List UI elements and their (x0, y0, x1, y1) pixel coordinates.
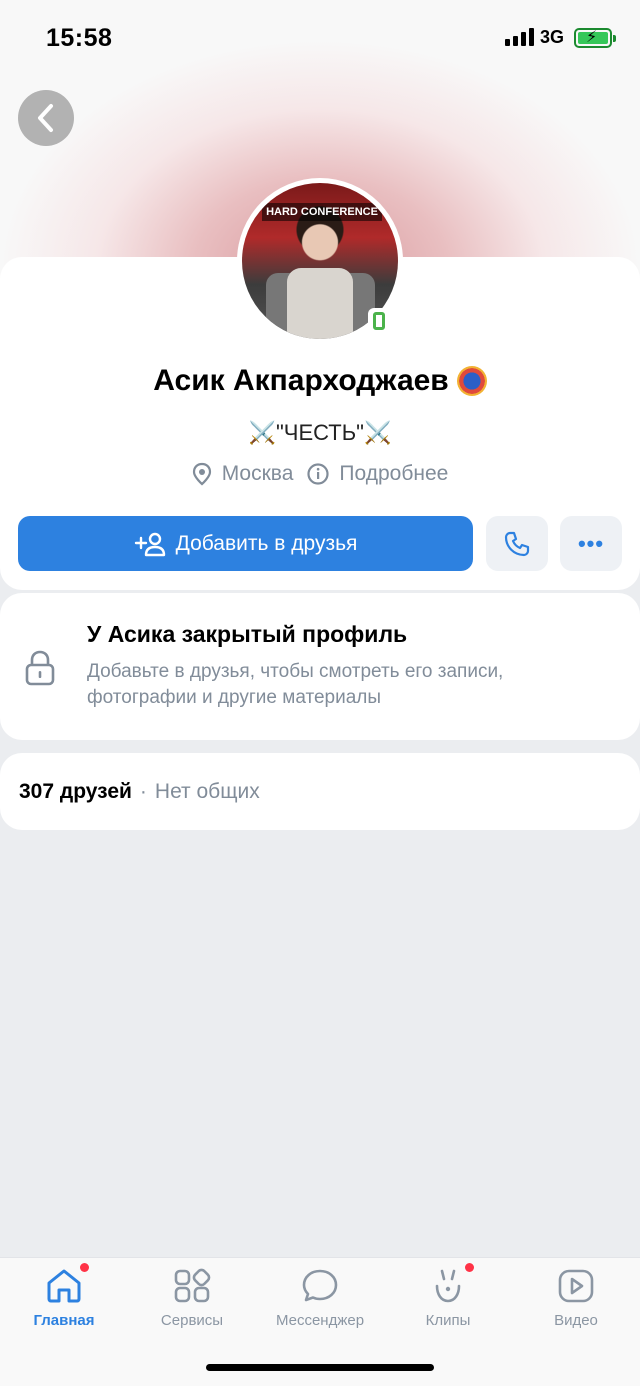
add-friend-label: Добавить в друзья (175, 531, 358, 555)
clips-icon (435, 1269, 461, 1303)
home-notification-badge (80, 1263, 89, 1272)
tab-home[interactable]: Главная (0, 1268, 128, 1329)
add-friend-button[interactable]: Добавить в друзья (18, 516, 473, 571)
messenger-icon (302, 1269, 338, 1302)
city-label: Москва (221, 462, 294, 485)
add-user-icon (134, 532, 165, 556)
location-pin-icon (192, 462, 211, 486)
online-mobile-icon (368, 308, 390, 334)
tab-messenger-label: Мессенджер (275, 1312, 365, 1329)
battery-icon: ⚡ (574, 28, 616, 48)
city-item: Москва (192, 462, 294, 486)
status-time: 15:58 (46, 24, 113, 52)
tab-clips-label: Клипы (425, 1312, 471, 1329)
details-link[interactable]: Подробнее (307, 462, 448, 486)
profile-name-row: Асик Акпарходжаев (0, 364, 640, 398)
home-indicator (206, 1364, 434, 1371)
network-type: 3G (540, 27, 565, 47)
tab-clips[interactable]: Клипы (384, 1268, 512, 1329)
tab-home-label: Главная (33, 1312, 95, 1329)
name-emoji-icon (456, 366, 487, 396)
common-friends: Нет общих (154, 779, 260, 803)
call-button[interactable] (486, 516, 548, 571)
signal-icon (505, 28, 534, 46)
clips-notification-badge (465, 1263, 474, 1272)
tab-messenger[interactable]: Мессенджер (256, 1268, 384, 1329)
info-icon (307, 463, 329, 485)
tab-video[interactable]: Видео (512, 1268, 640, 1329)
lock-icon (25, 650, 55, 686)
status-bar: 15:58 3G ⚡ (0, 0, 640, 78)
tab-video-label: Видео (554, 1312, 598, 1329)
chevron-left-icon (38, 104, 53, 132)
profile-info-row: Москва Подробнее (0, 462, 640, 486)
back-button[interactable] (18, 90, 74, 146)
more-icon: ••• (577, 530, 605, 556)
avatar-banner-text: HARD CONFERENCE (262, 203, 382, 221)
phone-icon (504, 531, 530, 556)
private-profile-title: У Асика закрытый профиль (87, 621, 408, 647)
private-profile-text: Добавьте в друзья, чтобы смотреть его за… (87, 661, 504, 708)
home-icon (47, 1269, 81, 1303)
friends-separator: · (139, 779, 147, 803)
profile-status: ⚔️"ЧЕСТЬ"⚔️ (248, 420, 392, 445)
friends-row[interactable]: 307 друзей · Нет общих (0, 753, 640, 830)
tab-services[interactable]: Сервисы (128, 1268, 256, 1329)
more-button[interactable]: ••• (560, 516, 622, 571)
profile-name: Асик Акпарходжаев (153, 364, 449, 397)
services-icon (174, 1268, 211, 1303)
friends-count: 307 друзей (19, 779, 132, 803)
tab-services-label: Сервисы (160, 1312, 224, 1329)
details-label: Подробнее (339, 462, 449, 485)
video-icon (558, 1269, 594, 1303)
private-profile-card: У Асика закрытый профиль Добавьте в друз… (0, 593, 640, 740)
